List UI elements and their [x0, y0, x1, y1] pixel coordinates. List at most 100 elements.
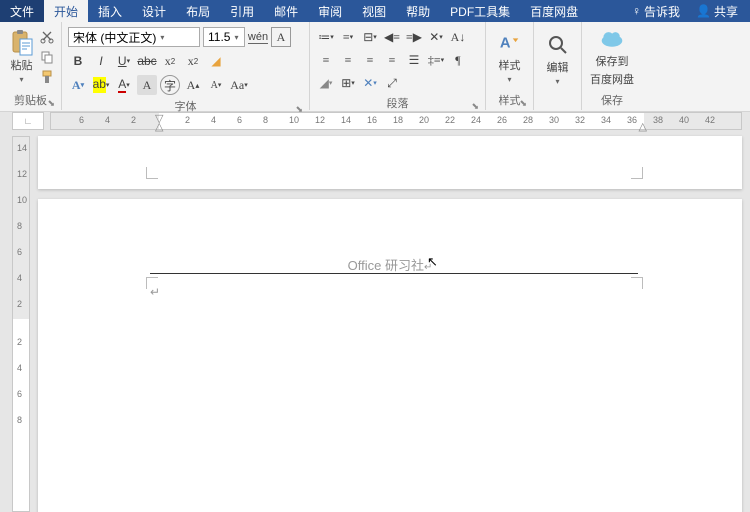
- tab-pdf[interactable]: PDF工具集: [440, 0, 520, 22]
- tab-design[interactable]: 设计: [132, 0, 176, 22]
- ruler-tick: 32: [575, 115, 585, 125]
- styles-group-label: 样式: [499, 95, 521, 107]
- page[interactable]: Office 研习社↵ ↵ ↖: [38, 199, 742, 512]
- chevron-down-icon: ▾: [230, 33, 238, 42]
- tab-home[interactable]: 开始: [44, 0, 88, 22]
- chevron-down-icon: ▾: [19, 75, 23, 84]
- multilevel-button[interactable]: ⊟▾: [360, 27, 380, 47]
- increase-indent-button[interactable]: ≡▶: [404, 27, 424, 47]
- document-area[interactable]: Office 研习社↵ ↵ ↖: [30, 130, 750, 512]
- right-indent-icon[interactable]: △: [639, 120, 647, 133]
- tab-selector[interactable]: ∟: [12, 112, 44, 130]
- char-shading-button[interactable]: A: [137, 75, 157, 95]
- grow-font-button[interactable]: A▴: [183, 75, 203, 95]
- ruler-tick: 38: [653, 115, 663, 125]
- crop-mark-icon: [631, 167, 643, 179]
- ruler-tick: 12: [17, 169, 27, 179]
- clipboard-launcher[interactable]: ⬊: [47, 98, 55, 109]
- text-direction-button[interactable]: ✕▾: [426, 27, 446, 47]
- font-name-combo[interactable]: 宋体 (中文正文)▾: [68, 27, 200, 47]
- save-baidu-button[interactable]: 保存到 百度网盘: [588, 24, 636, 90]
- align-left-button[interactable]: ≡: [316, 50, 336, 70]
- crop-mark-icon: [631, 277, 643, 289]
- clear-formatting-button[interactable]: ◢: [206, 51, 226, 71]
- subscript-button[interactable]: x2: [160, 51, 180, 71]
- share-button[interactable]: 👤共享: [690, 3, 744, 20]
- hanging-indent-icon[interactable]: △: [155, 120, 163, 133]
- tab-references[interactable]: 引用: [220, 0, 264, 22]
- italic-button[interactable]: I: [91, 51, 111, 71]
- paste-button[interactable]: 粘贴 ▾: [6, 24, 37, 90]
- highlight-button[interactable]: ab▾: [91, 75, 111, 95]
- ruler-tick: 6: [17, 247, 22, 257]
- align-center-button[interactable]: ≡: [338, 50, 358, 70]
- ruler-tick: 18: [393, 115, 403, 125]
- styles-button[interactable]: A 样式▾: [492, 24, 527, 90]
- styles-launcher[interactable]: ⬊: [519, 98, 527, 109]
- cloud-icon: [600, 27, 624, 51]
- vertical-ruler[interactable]: 14121086422468: [12, 136, 30, 512]
- chevron-down-icon: ▾: [555, 77, 559, 86]
- save-label1: 保存到: [596, 53, 629, 69]
- ruler-tick: 4: [17, 273, 22, 283]
- sort-button[interactable]: A↓: [448, 27, 468, 47]
- ruler-tick: 12: [315, 115, 325, 125]
- ruler-tick: 8: [17, 221, 22, 231]
- tab-layout[interactable]: 布局: [176, 0, 220, 22]
- enclose-char-button[interactable]: 字: [160, 75, 180, 95]
- sort-paragraph-button[interactable]: ⤢: [382, 73, 402, 93]
- bullets-button[interactable]: ≔▾: [316, 27, 336, 47]
- tab-review[interactable]: 审阅: [308, 0, 352, 22]
- editing-label: 编辑: [547, 59, 569, 75]
- tab-insert[interactable]: 插入: [88, 0, 132, 22]
- numbering-button[interactable]: ≡▾: [338, 27, 358, 47]
- copy-button[interactable]: [39, 49, 55, 65]
- ruler-tick: 30: [549, 115, 559, 125]
- ruler-tick: 6: [237, 115, 242, 125]
- show-marks-button[interactable]: ¶: [448, 50, 468, 70]
- underline-button[interactable]: U▾: [114, 51, 134, 71]
- line-spacing-button[interactable]: ‡≡▾: [426, 50, 446, 70]
- strikethrough-button[interactable]: abc: [137, 51, 157, 71]
- text-effects-button[interactable]: A▾: [68, 75, 88, 95]
- horizontal-ruler[interactable]: ▽ △ △ 6422468101214161820222426283032343…: [50, 112, 742, 130]
- phonetic-guide-button[interactable]: wén: [248, 27, 268, 47]
- tab-mailings[interactable]: 邮件: [264, 0, 308, 22]
- cut-button[interactable]: [39, 29, 55, 45]
- styles-icon: A: [498, 31, 522, 55]
- superscript-button[interactable]: x2: [183, 51, 203, 71]
- format-painter-button[interactable]: [39, 69, 55, 85]
- justify-button[interactable]: ≡: [382, 50, 402, 70]
- styles-btn-label: 样式: [499, 57, 521, 73]
- ruler-tick: 28: [523, 115, 533, 125]
- header-text[interactable]: Office 研习社↵: [38, 255, 742, 274]
- header-border: [150, 273, 638, 274]
- font-size-combo[interactable]: 11.5▾: [203, 27, 245, 47]
- tab-help[interactable]: 帮助: [396, 0, 440, 22]
- editing-button[interactable]: 编辑 ▾: [540, 24, 575, 94]
- tab-baidu[interactable]: 百度网盘: [520, 0, 588, 22]
- font-color-button[interactable]: A▾: [114, 75, 134, 95]
- ruler-tick: 24: [471, 115, 481, 125]
- paragraph-launcher[interactable]: ⬊: [471, 101, 479, 112]
- change-case-button[interactable]: Aa▾: [229, 75, 249, 95]
- distribute-button[interactable]: ☰: [404, 50, 424, 70]
- tab-file[interactable]: 文件: [0, 0, 44, 22]
- ruler-tick: 22: [445, 115, 455, 125]
- ruler-tick: 6: [17, 389, 22, 399]
- shrink-font-button[interactable]: A▾: [206, 75, 226, 95]
- asian-layout-button[interactable]: ✕▾: [360, 73, 380, 93]
- character-border-button[interactable]: A: [271, 27, 291, 47]
- decrease-indent-button[interactable]: ◀≡: [382, 27, 402, 47]
- ruler-tick: 4: [17, 363, 22, 373]
- borders-button[interactable]: ⊞▾: [338, 73, 358, 93]
- ruler-tick: 34: [601, 115, 611, 125]
- tab-view[interactable]: 视图: [352, 0, 396, 22]
- shading-button[interactable]: ◢▾: [316, 73, 336, 93]
- tell-me[interactable]: ♀告诉我: [626, 3, 686, 20]
- font-name-value: 宋体 (中文正文): [73, 29, 156, 46]
- ruler-tick: 6: [79, 115, 84, 125]
- align-right-button[interactable]: ≡: [360, 50, 380, 70]
- bold-button[interactable]: B: [68, 51, 88, 71]
- svg-text:A: A: [499, 35, 510, 51]
